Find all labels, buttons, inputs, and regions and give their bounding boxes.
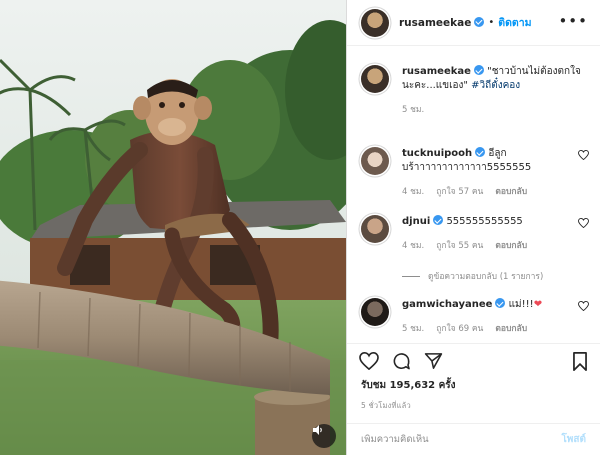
- heart-icon: [359, 351, 379, 371]
- comments-list[interactable]: rusameekae "ชาวบ้านไม่ต้องตกใจนะคะ...แขเ…: [347, 47, 600, 343]
- post-actions: รับชม 195,632 ครั้ง 5 ชั่วโมงที่แล้ว: [347, 343, 600, 423]
- comment-body: 555555555555: [443, 216, 523, 227]
- save-button[interactable]: [572, 352, 588, 375]
- follow-button[interactable]: ติดตาม: [498, 14, 531, 31]
- post-timestamp: 5 ชั่วโมงที่แล้ว: [361, 401, 411, 410]
- comment-meta: 4 ชม. ถูกใจ 55 คน ตอบกลับ: [402, 238, 591, 252]
- view-replies-line: [402, 275, 420, 277]
- share-button[interactable]: [424, 352, 443, 375]
- verified-badge-icon: [473, 65, 484, 75]
- comment-text: gamwichayanee แม่!!!❤: [402, 298, 591, 312]
- post-video-frame: [0, 0, 346, 455]
- speaker-icon: [313, 425, 322, 435]
- verified-badge-icon: [474, 16, 485, 27]
- hashtag-link[interactable]: #วิถีตั๋งคอง: [471, 80, 520, 91]
- comment-text: tucknuipooh อีลูก บร้าาาาาาาาาาาาา555555…: [402, 147, 591, 175]
- author-avatar[interactable]: [361, 8, 389, 37]
- action-icons: [359, 351, 443, 375]
- post-header: rusameekae • ติดตาม •••: [347, 0, 600, 46]
- like-comment-heart-icon[interactable]: [578, 150, 589, 160]
- verified-badge-icon: [433, 215, 444, 225]
- caption-author-avatar[interactable]: [361, 65, 389, 93]
- paper-plane-icon: [424, 353, 443, 369]
- comment-meta: 5 ชม. ถูกใจ 69 คน ตอบกลับ: [402, 321, 591, 335]
- comment-item: tucknuipooh อีลูก บร้าาาาาาาาาาาาา555555…: [361, 147, 591, 198]
- comment-time: 4 ชม.: [402, 187, 425, 197]
- view-replies-button[interactable]: ดูข้อความตอบกลับ (1 รายการ): [402, 269, 543, 283]
- comment-time: 5 ชม.: [402, 324, 425, 334]
- view-count[interactable]: รับชม 195,632 ครั้ง: [361, 378, 456, 393]
- caption-text: rusameekae "ชาวบ้านไม่ต้องตกใจนะคะ...แขเ…: [402, 65, 591, 93]
- author-username[interactable]: rusameekae: [399, 16, 485, 29]
- comment-body: แม่!!!: [505, 299, 534, 310]
- verified-badge-icon: [475, 147, 486, 157]
- commenter-avatar[interactable]: [361, 147, 389, 175]
- post-comment-button[interactable]: โพสต์: [561, 432, 586, 447]
- like-comment-heart-icon[interactable]: [578, 301, 589, 311]
- caption: rusameekae "ชาวบ้านไม่ต้องตกใจนะคะ...แขเ…: [361, 65, 591, 116]
- commenter-username[interactable]: tucknuipooh: [402, 148, 472, 159]
- commenter-username[interactable]: djnui: [402, 216, 430, 227]
- comment-time: 4 ชม.: [402, 241, 425, 251]
- comment-bubble-icon: [393, 353, 410, 370]
- comment-likes[interactable]: ถูกใจ 69 คน: [436, 321, 483, 335]
- comment-likes[interactable]: ถูกใจ 57 คน: [436, 184, 483, 198]
- add-comment-bar: โพสต์: [347, 423, 600, 455]
- post-media[interactable]: [0, 0, 346, 455]
- comment-meta: 4 ชม. ถูกใจ 57 คน ตอบกลับ: [402, 184, 591, 198]
- comment-button[interactable]: [392, 352, 411, 375]
- caption-time: 5 ชม.: [402, 105, 425, 115]
- reply-button[interactable]: ตอบกลับ: [495, 238, 527, 252]
- comment-item: gamwichayanee แม่!!!❤ 5 ชม. ถูกใจ 69 คน …: [361, 298, 591, 335]
- comment-likes[interactable]: ถูกใจ 55 คน: [436, 238, 483, 252]
- post-details-panel: rusameekae • ติดตาม ••• rusameekae "ชาวบ…: [347, 0, 600, 455]
- red-heart-emoji: ❤: [533, 299, 543, 310]
- more-options-icon[interactable]: •••: [558, 12, 588, 30]
- bookmark-icon: [573, 352, 587, 371]
- reply-button[interactable]: ตอบกลับ: [495, 321, 527, 335]
- mute-button[interactable]: [312, 424, 336, 448]
- like-comment-heart-icon[interactable]: [578, 218, 589, 228]
- verified-badge-icon: [495, 298, 506, 308]
- comment-input[interactable]: [361, 434, 562, 445]
- separator-dot: •: [488, 17, 495, 28]
- caption-meta: 5 ชม.: [402, 102, 591, 116]
- view-replies-label: ดูข้อความตอบกลับ (1 รายการ): [428, 272, 544, 282]
- commenter-avatar[interactable]: [361, 215, 389, 243]
- comment-item: djnui 555555555555 4 ชม. ถูกใจ 55 คน ตอบ…: [361, 215, 591, 252]
- comment-text: djnui 555555555555: [402, 215, 591, 229]
- reply-button[interactable]: ตอบกลับ: [495, 184, 527, 198]
- caption-author[interactable]: rusameekae: [402, 66, 471, 77]
- commenter-username[interactable]: gamwichayanee: [402, 299, 492, 310]
- like-button[interactable]: [359, 351, 379, 375]
- commenter-avatar[interactable]: [361, 298, 389, 326]
